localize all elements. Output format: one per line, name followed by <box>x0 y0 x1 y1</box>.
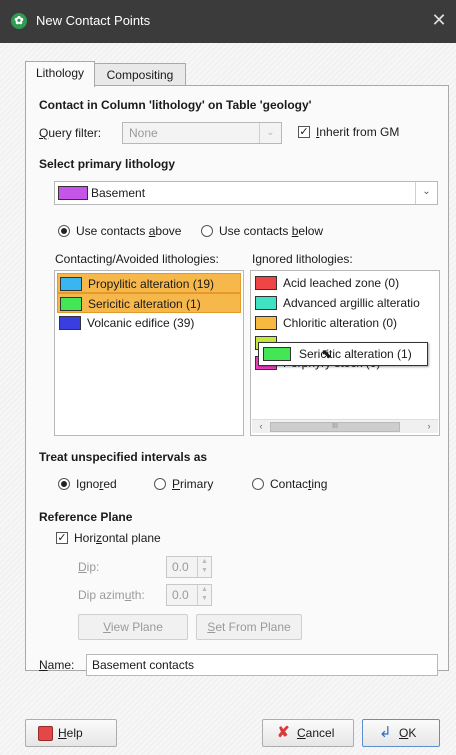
dialog-body: Lithology Compositing Contact in Column … <box>0 43 456 755</box>
ok-button[interactable]: ↲ OK <box>362 719 440 747</box>
lithology-swatch <box>59 316 81 330</box>
lithology-panel: Contact in Column 'lithology' on Table '… <box>25 85 449 676</box>
list-item-label: Chloritic alteration (0) <box>283 316 398 330</box>
set-from-plane-button[interactable]: Set From Plane <box>196 614 302 640</box>
lithology-swatch <box>60 277 82 291</box>
spin-arrows-icon[interactable]: ▲ ▼ <box>197 585 211 605</box>
query-filter-value: None <box>129 126 158 140</box>
chevron-right-icon[interactable]: › <box>422 420 436 434</box>
query-filter-combo[interactable]: None ⌄ <box>122 122 282 144</box>
scrollbar-thumb[interactable]: III <box>270 422 400 432</box>
window-title: New Contact Points <box>36 13 151 28</box>
geo-app-icon: ✿ <box>11 13 27 29</box>
horizontal-plane-label: Horizontal plane <box>74 531 161 545</box>
ignored-radio[interactable] <box>58 478 70 490</box>
lithology-swatch <box>255 296 277 310</box>
list-item[interactable]: Sericitic alteration (1) <box>57 293 241 313</box>
dip-value: 0.0 <box>172 560 189 574</box>
use-contacts-below-label: Use contacts below <box>219 224 324 238</box>
contacting-radio[interactable] <box>252 478 264 490</box>
view-plane-button[interactable]: View Plane <box>78 614 188 640</box>
use-contacts-above-label: Use contacts above <box>76 224 182 238</box>
horizontal-scrollbar[interactable]: ‹ III › <box>252 419 438 433</box>
ignored-radio-label: Ignored <box>76 477 117 491</box>
spin-arrows-icon[interactable]: ▲ ▼ <box>197 557 211 577</box>
list-item[interactable]: Volcanic edifice (39) <box>57 313 241 333</box>
inherit-label: Inherit from GM <box>316 125 400 139</box>
list-item[interactable]: Chloritic alteration (0) <box>253 313 437 333</box>
primary-lithology-combo[interactable]: Basement ⌄ <box>54 181 438 205</box>
list-item-label: Volcanic edifice (39) <box>87 316 195 330</box>
list-item-label: Acid leached zone (0) <box>283 276 400 290</box>
cursor-arrow-icon: ⬉ <box>321 346 332 361</box>
drag-item-label: Sericitic alteration (1) <box>299 347 412 361</box>
drag-ghost-item: Sericitic alteration (1) ⬉ <box>258 342 428 366</box>
use-contacts-below-radio[interactable] <box>201 225 213 237</box>
primary-heading: Select primary lithology <box>39 157 176 171</box>
name-label: Name: <box>39 658 75 672</box>
contact-heading: Contact in Column 'lithology' on Table '… <box>39 98 312 112</box>
lithology-swatch <box>255 316 277 330</box>
list-item-label: Sericitic alteration (1) <box>88 297 201 311</box>
primary-value: Basement <box>91 186 146 200</box>
tab-lithology[interactable]: Lithology <box>25 61 95 87</box>
list-item-label: Advanced argillic alteratio <box>283 296 420 310</box>
help-button[interactable]: Help <box>25 719 117 747</box>
unspecified-heading: Treat unspecified intervals as <box>39 450 208 464</box>
ok-label: OK <box>399 726 417 740</box>
list-item[interactable]: Propylitic alteration (19) <box>57 273 241 293</box>
dip-azimuth-input[interactable]: 0.0 ▲ ▼ <box>166 584 212 606</box>
contacting-list[interactable]: Propylitic alteration (19) Sericitic alt… <box>54 270 244 436</box>
dip-azimuth-value: 0.0 <box>172 588 189 602</box>
ok-enter-icon: ↲ <box>379 724 392 741</box>
dip-input[interactable]: 0.0 ▲ ▼ <box>166 556 212 578</box>
dip-azimuth-label: Dip azimuth: <box>78 588 145 602</box>
primary-swatch <box>58 186 88 200</box>
cancel-label: Cancel <box>297 726 335 740</box>
name-field[interactable]: Basement contacts <box>86 654 438 676</box>
inherit-checkbox[interactable]: ✓ <box>298 126 310 138</box>
cancel-button[interactable]: ✘ Cancel <box>262 719 354 747</box>
lithology-swatch <box>60 297 82 311</box>
chevron-down-icon: ⌄ <box>259 123 281 143</box>
query-filter-label: Query filter: <box>39 126 102 140</box>
contacting-header: Contacting/Avoided lithologies: <box>55 252 219 266</box>
dip-label: Dip: <box>78 560 100 574</box>
ignored-header: Ignored lithologies: <box>252 252 353 266</box>
use-contacts-above-radio[interactable] <box>58 225 70 237</box>
horizontal-plane-checkbox[interactable]: ✓ <box>56 532 68 544</box>
list-item-label: Propylitic alteration (19) <box>88 277 215 291</box>
list-item[interactable]: Advanced argillic alteratio <box>253 293 437 313</box>
help-label: Help <box>58 726 83 740</box>
close-icon[interactable]: ✕ <box>430 10 448 31</box>
contacting-radio-label: Contacting <box>270 477 328 491</box>
chevron-down-icon: ⌄ <box>415 182 437 204</box>
lithology-swatch <box>263 347 291 361</box>
reference-plane-heading: Reference Plane <box>39 510 133 524</box>
chevron-left-icon[interactable]: ‹ <box>254 420 268 434</box>
help-icon <box>38 726 53 741</box>
list-item[interactable]: Acid leached zone (0) <box>253 273 437 293</box>
primary-radio[interactable] <box>154 478 166 490</box>
lithology-swatch <box>255 276 277 290</box>
tab-compositing[interactable]: Compositing <box>94 63 186 87</box>
cancel-x-icon: ✘ <box>277 724 290 741</box>
title-bar: ✿ New Contact Points ✕ <box>0 0 456 43</box>
primary-radio-label: Primary <box>172 477 214 491</box>
